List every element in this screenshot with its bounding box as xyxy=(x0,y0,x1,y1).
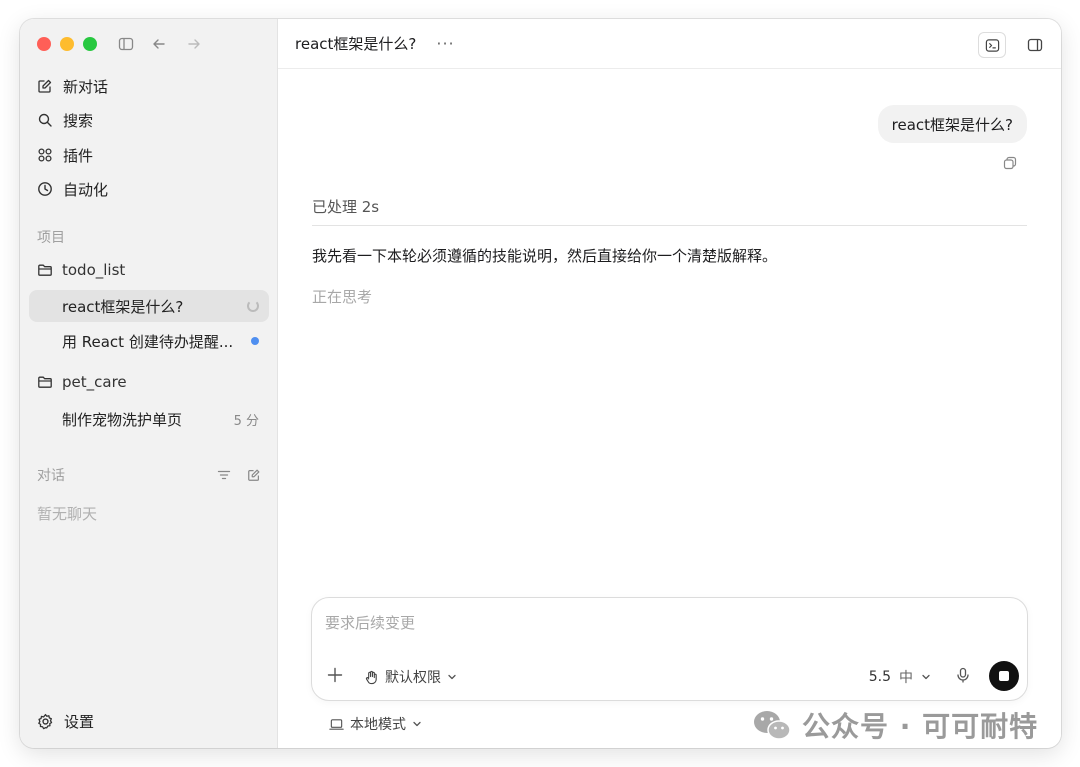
search-icon xyxy=(38,113,52,127)
processed-status[interactable]: 已处理 2s xyxy=(312,196,379,217)
user-message-text: react框架是什么? xyxy=(891,115,1013,134)
thread-title: 制作宠物洗护单页 xyxy=(62,410,183,429)
zoom-window-button[interactable] xyxy=(83,37,97,51)
user-message-bubble: react框架是什么? xyxy=(877,105,1027,143)
edit-icon xyxy=(38,79,52,93)
filter-icon[interactable] xyxy=(217,467,231,481)
app-window: 新对话 搜索 插件 自动化 项目 todo_list react框架是什么? 用… xyxy=(20,19,1061,748)
thinking-indicator: 正在思考 xyxy=(312,288,373,306)
thread-react-todo[interactable]: 用 React 创建待办提醒... xyxy=(29,325,269,357)
no-chats-text: 暂无聊天 xyxy=(37,505,98,523)
chevron-down-icon xyxy=(448,674,456,680)
back-arrow-icon[interactable] xyxy=(150,35,168,53)
hand-icon xyxy=(365,670,377,684)
plugins-button[interactable]: 插件 xyxy=(37,142,93,168)
stop-button[interactable] xyxy=(989,661,1019,691)
add-attachment-icon[interactable] xyxy=(326,666,346,686)
projects-section-label: 项目 xyxy=(37,230,65,246)
forward-arrow-icon[interactable] xyxy=(185,35,203,53)
automation-button[interactable]: 自动化 xyxy=(37,176,108,202)
stop-icon xyxy=(999,671,1009,681)
project-todo-list[interactable]: todo_list xyxy=(37,261,125,279)
window-controls xyxy=(37,37,97,51)
mode-label: 本地模式 xyxy=(350,717,406,733)
new-chat-button[interactable]: 新对话 xyxy=(37,73,108,99)
close-window-button[interactable] xyxy=(37,37,51,51)
permission-dropdown[interactable]: 默认权限 xyxy=(364,667,457,687)
mode-dropdown[interactable]: 本地模式 xyxy=(329,714,422,734)
effort-level: 中 xyxy=(899,670,913,686)
clock-icon xyxy=(38,182,52,196)
search-button[interactable]: 搜索 xyxy=(37,107,93,133)
copy-icon[interactable] xyxy=(1003,155,1017,170)
divider xyxy=(312,225,1027,226)
sidebar: 新对话 搜索 插件 自动化 项目 todo_list react框架是什么? 用… xyxy=(20,19,278,748)
conversation-title: react框架是什么? xyxy=(295,35,417,53)
model-dropdown[interactable]: 5.5 中 xyxy=(869,667,931,687)
conversation-header: react框架是什么? ··· xyxy=(278,19,1061,69)
folder-icon xyxy=(38,376,52,388)
project-name: todo_list xyxy=(62,261,126,279)
thread-age: 5 分 xyxy=(233,413,259,429)
settings-button[interactable]: 设置 xyxy=(37,711,94,732)
more-options-button[interactable]: ··· xyxy=(436,34,454,53)
project-pet-care[interactable]: pet_care xyxy=(37,373,127,391)
thread-title: react框架是什么? xyxy=(62,297,184,316)
toggle-panel-button[interactable] xyxy=(1021,32,1049,58)
thread-react-question[interactable]: react框架是什么? xyxy=(29,290,269,322)
chats-section-label: 对话 xyxy=(37,468,65,484)
project-name: pet_care xyxy=(62,373,127,391)
unread-dot-icon xyxy=(251,337,259,345)
terminal-button[interactable] xyxy=(978,32,1006,58)
gear-icon xyxy=(38,713,53,730)
settings-label: 设置 xyxy=(64,713,95,731)
plugins-icon xyxy=(38,148,52,162)
plugins-label: 插件 xyxy=(63,146,94,165)
thread-title: 用 React 创建待办提醒... xyxy=(62,332,234,351)
assistant-message: 我先看一下本轮必须遵循的技能说明，然后直接给你一个清楚版解释。 xyxy=(312,247,778,265)
loading-spinner-icon xyxy=(247,300,259,312)
toggle-sidebar-icon[interactable] xyxy=(117,35,135,53)
permission-label: 默认权限 xyxy=(385,670,441,686)
automation-label: 自动化 xyxy=(63,180,109,199)
main-panel: react框架是什么? ··· react框架是什么? 已处理 2s 我先看一下… xyxy=(278,19,1061,748)
terminal-icon xyxy=(985,38,999,52)
wechat-logo-icon xyxy=(754,711,791,740)
chevron-down-icon xyxy=(413,721,421,727)
composer[interactable]: 要求后续变更 默认权限 5.5 中 xyxy=(311,597,1028,701)
chevron-down-icon xyxy=(922,674,930,680)
watermark-text: 公众号 · 可可耐特 xyxy=(802,710,1039,743)
folder-icon xyxy=(38,264,52,276)
minimize-window-button[interactable] xyxy=(60,37,74,51)
composer-input[interactable]: 要求后续变更 xyxy=(325,612,415,633)
new-chat-small-icon[interactable] xyxy=(247,467,261,481)
thread-pet-page[interactable]: 制作宠物洗护单页 5 分 xyxy=(29,403,269,435)
model-version: 5.5 xyxy=(868,669,891,685)
search-label: 搜索 xyxy=(63,111,94,130)
new-chat-label: 新对话 xyxy=(63,77,109,96)
side-panel-icon xyxy=(1027,38,1043,52)
microphone-icon[interactable] xyxy=(955,667,973,685)
wechat-watermark: 公众号 · 可可耐特 xyxy=(752,705,1038,745)
laptop-icon xyxy=(329,718,344,730)
